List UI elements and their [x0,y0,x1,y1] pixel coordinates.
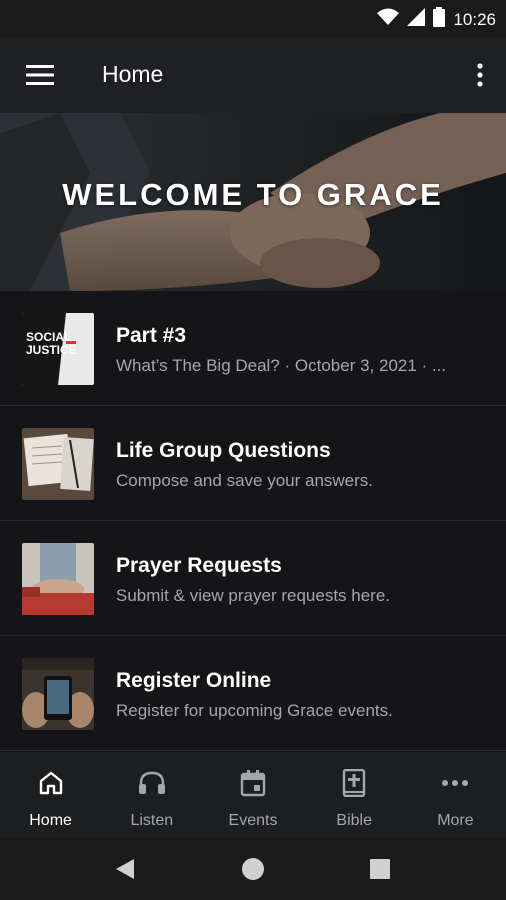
list-item-register-online[interactable]: Register Online Register for upcoming Gr… [0,636,506,751]
list-item-title: Part #3 [116,324,187,347]
nav-listen[interactable]: Listen [101,752,202,838]
prayer-thumbnail [22,543,94,615]
list-item-subtitle: What’s The Big Deal? · October 3, 2021 ·… [116,356,447,375]
bible-icon [342,768,366,798]
battery-icon [433,7,446,32]
page-title: Home [102,61,164,87]
hero-banner[interactable]: WELCOME TO GRACE [0,113,506,291]
calendar-icon [240,768,266,798]
life-group-thumbnail [22,428,94,500]
nav-bible-label: Bible [336,812,372,829]
nav-events-label: Events [228,812,278,829]
thumbnail-text-line: JUSTICE [26,343,77,357]
home-icon [38,768,64,798]
list-item-life-group[interactable]: Life Group Questions Compose and save yo… [0,406,506,521]
list-item-subtitle: Submit & view prayer requests here. [116,586,391,605]
bottom-navigation: Home Listen Events Bible More [0,752,506,838]
nav-home[interactable]: Home [0,752,101,838]
nav-more-label: More [437,812,474,829]
headphones-icon [138,768,166,798]
nav-listen-label: Listen [130,812,174,829]
recents-icon[interactable] [365,854,395,884]
nav-events[interactable]: Events [202,752,303,838]
more-horiz-icon [441,768,469,798]
status-bar: 10:26 [0,0,506,37]
system-navigation-bar [0,838,506,900]
list-item-title: Life Group Questions [116,439,331,462]
list-item-prayer-requests[interactable]: Prayer Requests Submit & view prayer req… [0,521,506,636]
nav-home-label: Home [29,812,72,829]
nav-more[interactable]: More [405,752,506,838]
status-icons: 10:26 [377,7,496,32]
hamburger-menu-icon[interactable] [20,57,60,93]
register-thumbnail [22,658,94,730]
app-bar: Home [0,37,506,113]
hero-title: WELCOME TO GRACE [62,177,444,212]
more-vert-icon[interactable] [468,57,492,93]
content-list: SOCIAL JUSTICE Part #3 What’s The Big De… [0,291,506,751]
home-circle-icon[interactable] [238,854,268,884]
back-icon[interactable] [110,854,140,884]
cell-signal-icon [407,8,426,31]
wifi-icon [377,8,400,31]
list-item-subtitle: Compose and save your answers. [116,471,374,490]
list-item-title: Prayer Requests [116,554,282,577]
list-item-sermon[interactable]: SOCIAL JUSTICE Part #3 What’s The Big De… [0,291,506,406]
status-time: 10:26 [453,9,496,29]
nav-bible[interactable]: Bible [304,752,405,838]
sermon-thumbnail: SOCIAL JUSTICE [22,313,94,385]
list-item-subtitle: Register for upcoming Grace events. [116,701,393,720]
list-item-title: Register Online [116,669,272,692]
